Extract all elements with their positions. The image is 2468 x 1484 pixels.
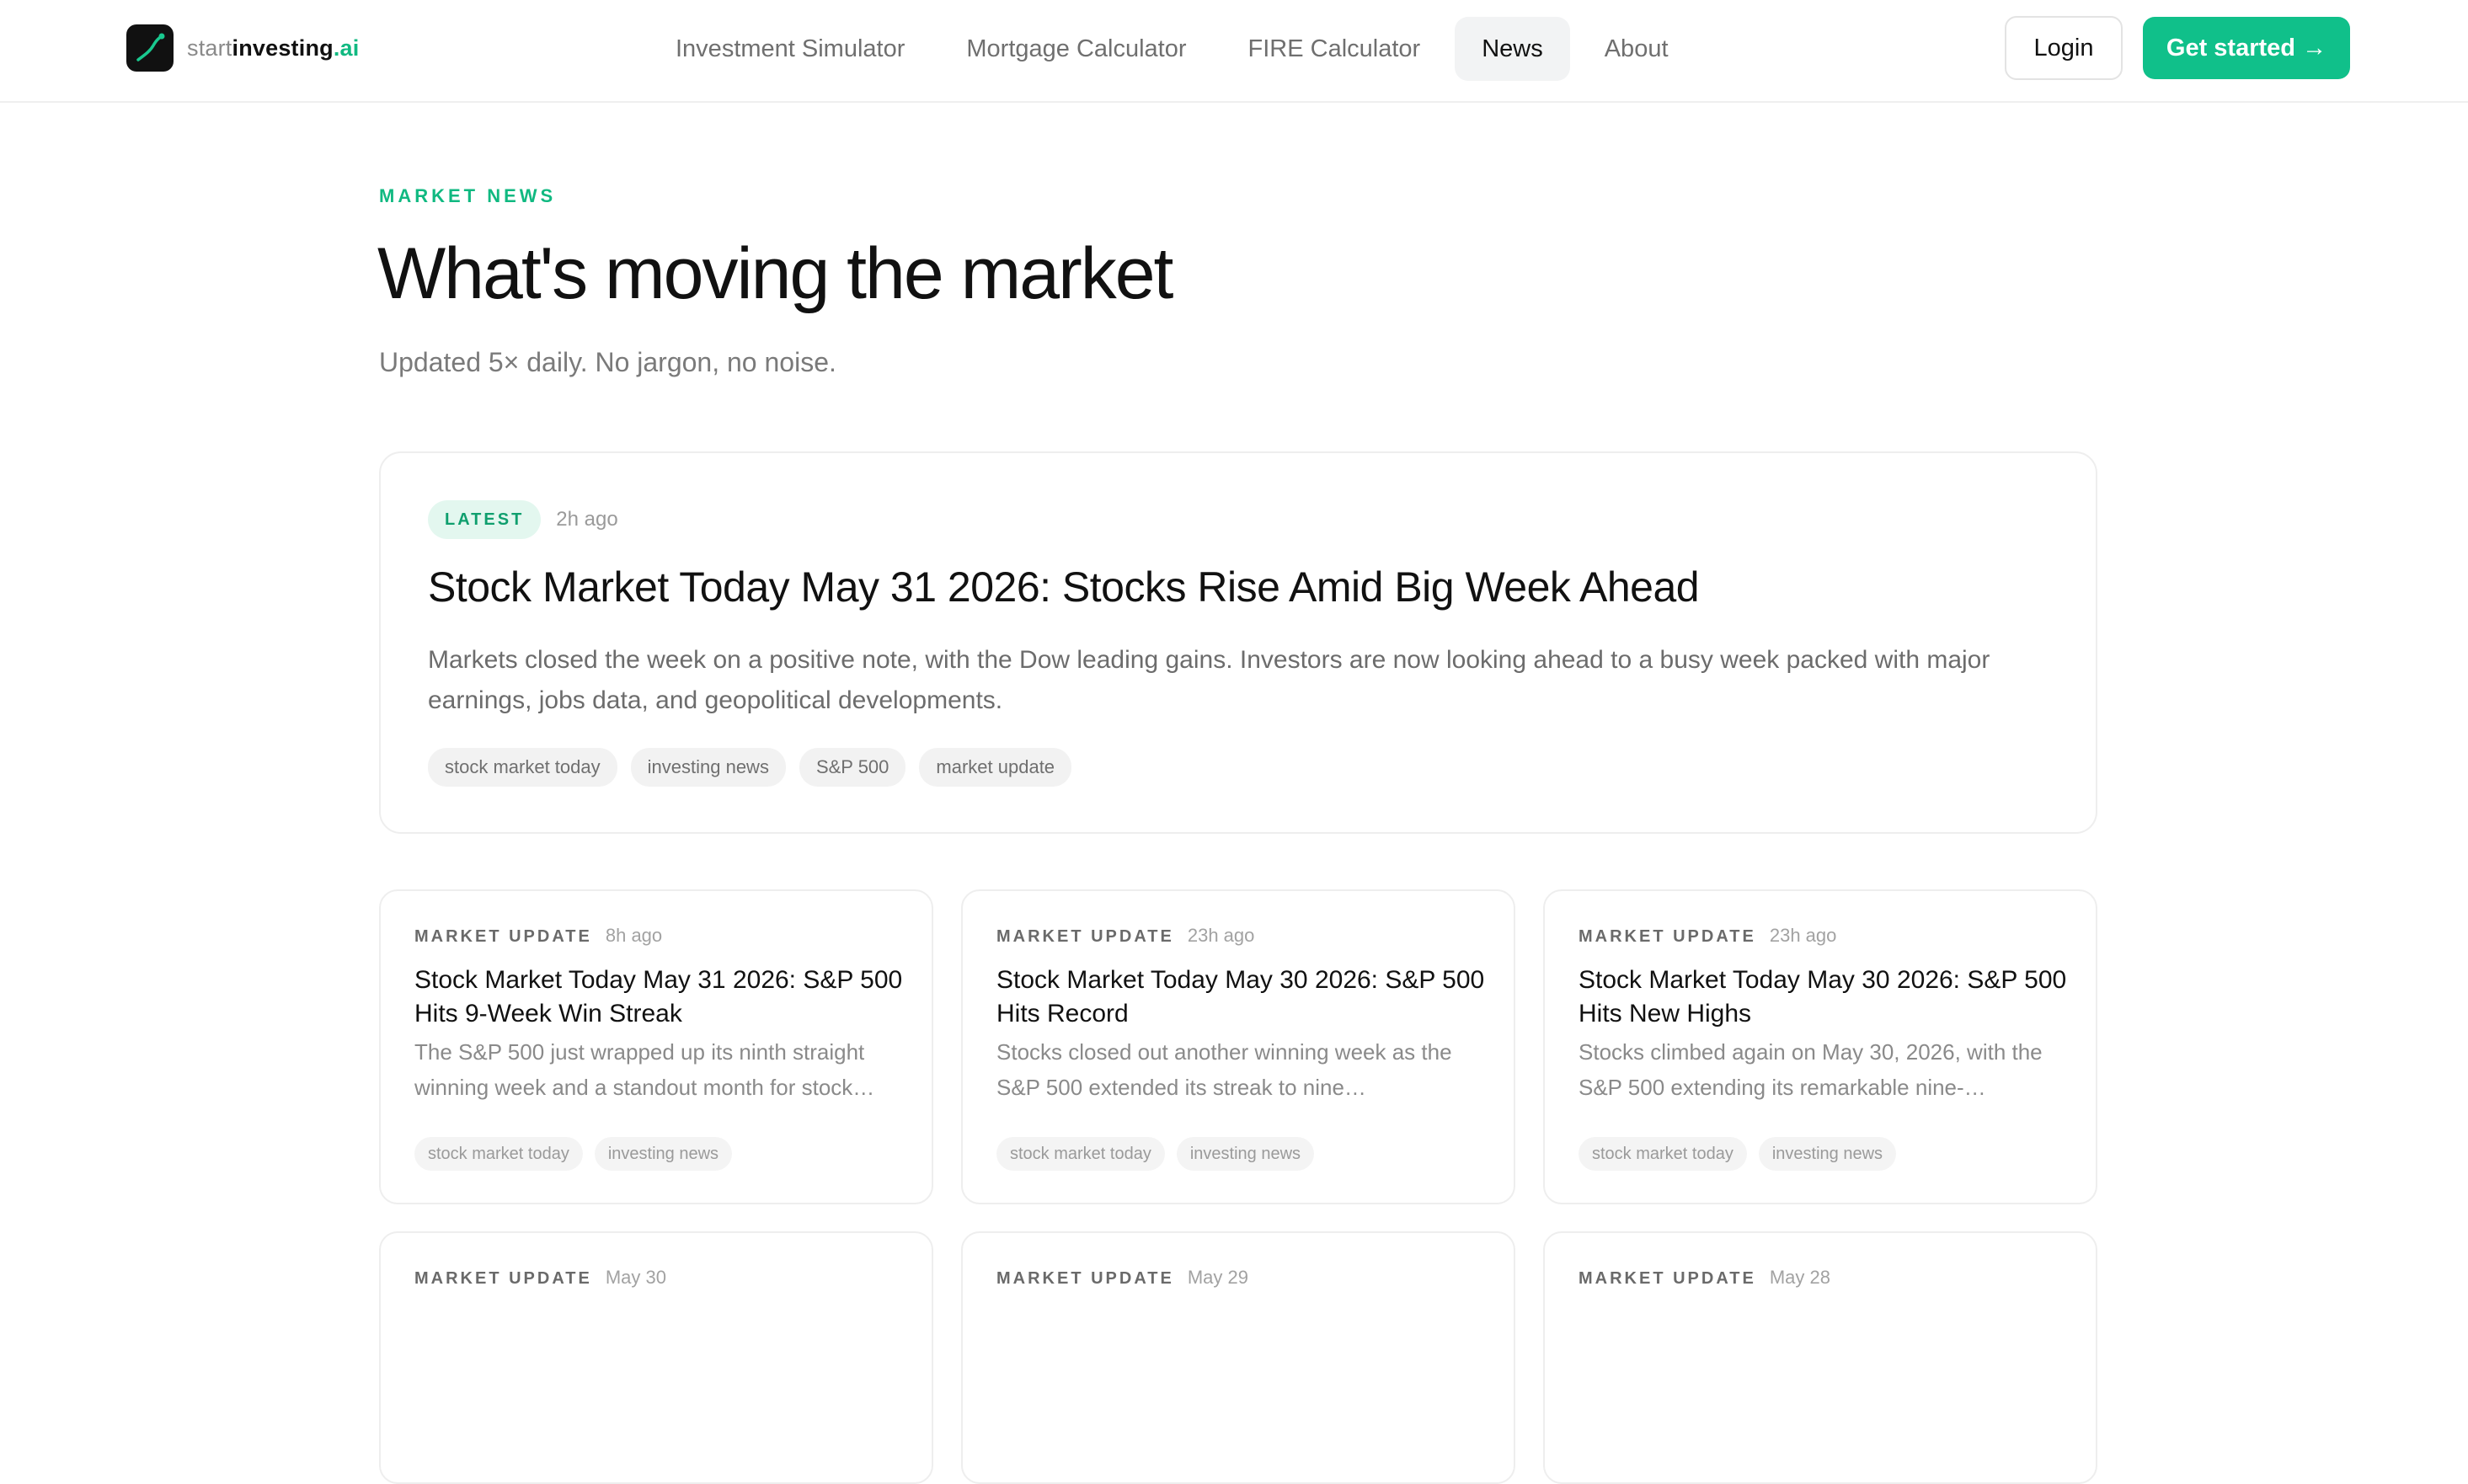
tag-chip[interactable]: investing news — [630, 748, 786, 787]
site-header: startinvesting.ai Investment Simulator M… — [0, 0, 2468, 103]
nav-fire-calculator[interactable]: FIRE Calculator — [1221, 17, 1448, 81]
article-timestamp: May 28 — [1769, 1267, 1831, 1288]
article-card[interactable]: MARKET UPDATE 8h ago Stock Market Today … — [379, 889, 933, 1204]
tag-chip[interactable]: investing news — [1176, 1137, 1315, 1171]
article-timestamp: 23h ago — [1769, 925, 1837, 946]
article-tags: stock market today investing news — [414, 1137, 744, 1171]
tag-chip[interactable]: market update — [919, 748, 1072, 787]
logo-start: start — [187, 35, 232, 61]
article-timestamp: 8h ago — [605, 925, 663, 946]
featured-article-card[interactable]: LATEST 2h ago Stock Market Today May 31 … — [379, 451, 2097, 834]
article-timestamp: May 29 — [1187, 1267, 1249, 1288]
featured-meta: LATEST 2h ago — [428, 500, 618, 539]
article-timestamp: May 30 — [605, 1267, 667, 1288]
tag-chip[interactable]: stock market today — [428, 748, 617, 787]
logo-ai: .ai — [333, 35, 360, 61]
article-tags: stock market today investing news — [1579, 1137, 1908, 1171]
logo-investing: investing — [232, 35, 334, 61]
login-button[interactable]: Login — [2005, 16, 2123, 80]
article-category: MARKET UPDATE — [996, 927, 1174, 946]
article-category: MARKET UPDATE — [1579, 1269, 1756, 1288]
tag-chip[interactable]: investing news — [594, 1137, 733, 1171]
nav-about[interactable]: About — [1578, 17, 1696, 81]
logo-wordmark: startinvesting.ai — [187, 35, 359, 61]
page-subtitle: Updated 5× daily. No jargon, no noise. — [379, 347, 836, 377]
article-meta: MARKET UPDATE May 28 — [1579, 1267, 1830, 1289]
article-excerpt: Stocks closed out another winning week a… — [996, 1039, 1452, 1100]
trend-up-icon — [126, 24, 174, 72]
tag-chip[interactable]: stock market today — [1579, 1137, 1747, 1171]
article-card[interactable]: MARKET UPDATE May 29 — [961, 1231, 1515, 1484]
latest-badge: LATEST — [428, 500, 542, 539]
article-title[interactable]: Stock Market Today May 31 2026: S&P 500 … — [414, 964, 911, 1031]
article-tags: stock market today investing news — [996, 1137, 1326, 1171]
article-card[interactable]: MARKET UPDATE 23h ago Stock Market Today… — [961, 889, 1515, 1204]
article-meta: MARKET UPDATE May 30 — [414, 1267, 666, 1289]
tag-chip[interactable]: stock market today — [996, 1137, 1165, 1171]
logo[interactable]: startinvesting.ai — [126, 24, 359, 72]
article-category: MARKET UPDATE — [414, 927, 592, 946]
article-card[interactable]: MARKET UPDATE May 30 — [379, 1231, 933, 1484]
get-started-button[interactable]: Get started → — [2143, 17, 2350, 79]
article-card[interactable]: MARKET UPDATE May 28 — [1543, 1231, 2097, 1484]
tag-chip[interactable]: investing news — [1758, 1137, 1897, 1171]
nav-mortgage-calculator[interactable]: Mortgage Calculator — [939, 17, 1213, 81]
article-meta: MARKET UPDATE 8h ago — [414, 925, 662, 947]
featured-title[interactable]: Stock Market Today May 31 2026: Stocks R… — [428, 563, 1700, 611]
article-excerpt: The S&P 500 just wrapped up its ninth st… — [414, 1039, 875, 1100]
article-card[interactable]: MARKET UPDATE 23h ago Stock Market Today… — [1543, 889, 2097, 1204]
featured-timestamp: 2h ago — [556, 508, 618, 531]
article-title[interactable]: Stock Market Today May 30 2026: S&P 500 … — [996, 964, 1493, 1031]
article-excerpt: Stocks climbed again on May 30, 2026, wi… — [1579, 1039, 2043, 1100]
article-category: MARKET UPDATE — [996, 1269, 1174, 1288]
section-eyebrow: MARKET NEWS — [379, 185, 557, 206]
article-meta: MARKET UPDATE 23h ago — [996, 925, 1254, 947]
article-meta: MARKET UPDATE 23h ago — [1579, 925, 1836, 947]
tag-chip[interactable]: stock market today — [414, 1137, 583, 1171]
featured-excerpt: Markets closed the week on a positive no… — [428, 646, 1990, 714]
page-title: What's moving the market — [377, 233, 1173, 314]
article-meta: MARKET UPDATE May 29 — [996, 1267, 1248, 1289]
tag-chip[interactable]: S&P 500 — [799, 748, 906, 787]
article-timestamp: 23h ago — [1187, 925, 1255, 946]
article-category: MARKET UPDATE — [1579, 927, 1756, 946]
nav-news[interactable]: News — [1455, 17, 1570, 81]
featured-tags: stock market today investing news S&P 50… — [428, 748, 1085, 787]
main-nav: Investment Simulator Mortgage Calculator… — [649, 17, 1703, 81]
article-title[interactable]: Stock Market Today May 30 2026: S&P 500 … — [1579, 964, 2075, 1031]
nav-investment-simulator[interactable]: Investment Simulator — [649, 17, 932, 81]
article-category: MARKET UPDATE — [414, 1269, 592, 1288]
